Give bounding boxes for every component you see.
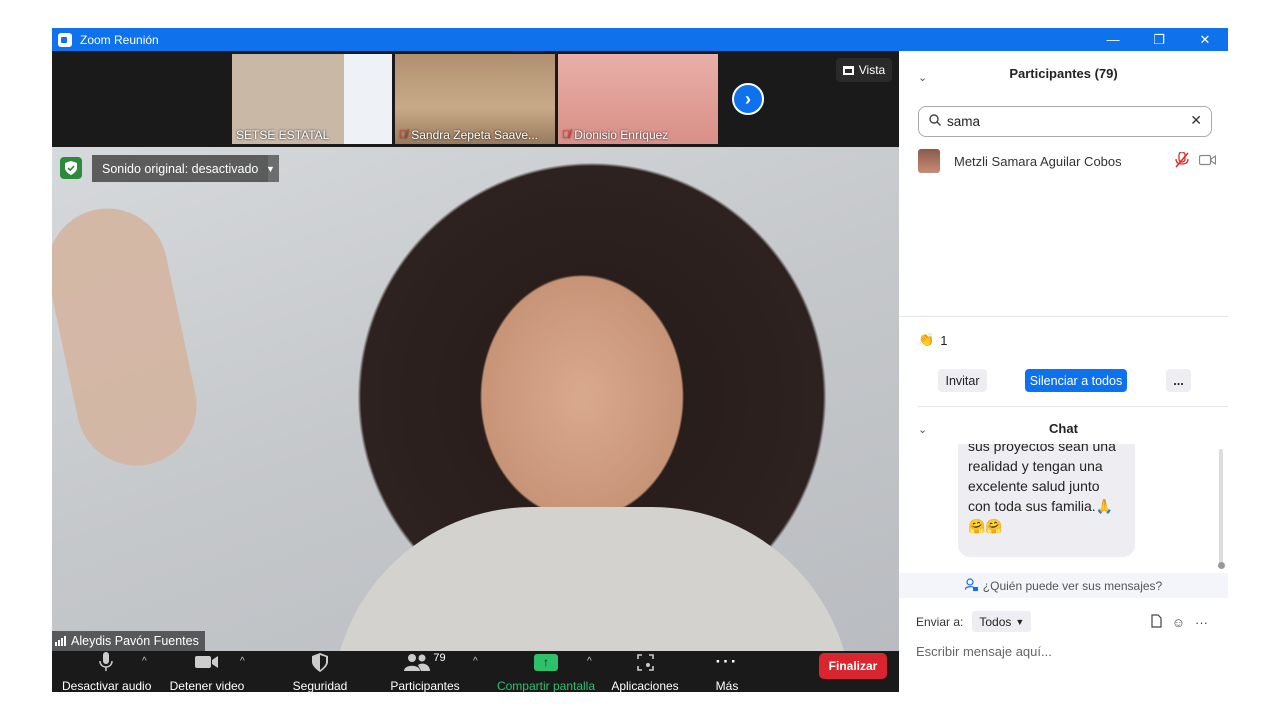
more-dots-icon[interactable]: ···	[1195, 615, 1208, 630]
stop-video-button[interactable]: Detener video	[169, 651, 245, 692]
muted-mic-icon: 🎙̸	[399, 129, 408, 141]
view-button[interactable]: Vista	[836, 58, 892, 82]
microphone-icon	[62, 651, 150, 673]
original-sound-dropdown[interactable]: ▼	[262, 155, 279, 182]
video-hand	[52, 197, 208, 477]
thumbnail-name: SETSE ESTATAL	[236, 128, 330, 142]
security-button[interactable]: Seguridad	[288, 651, 352, 692]
zoom-window: Zoom Reunión — ❐ ✕ SETSE ESTATAL 🎙̸ Sandr…	[52, 28, 1228, 692]
divider	[899, 316, 1228, 317]
send-to-label: Enviar a:	[916, 614, 964, 629]
restore-button[interactable]: ❐	[1136, 28, 1182, 51]
window-title: Zoom Reunión	[80, 32, 159, 47]
participant-row[interactable]: Metzli Samara Aguilar Cobos	[918, 147, 1218, 175]
search-icon	[929, 114, 941, 129]
search-value: sama	[947, 114, 981, 129]
original-sound-toggle[interactable]: Sonido original: desactivado	[92, 155, 269, 182]
participants-button[interactable]: 79 Participantes	[385, 651, 465, 692]
title-bar: Zoom Reunión — ❐ ✕	[52, 28, 1228, 51]
chat-message-line: 🤗🤗	[968, 518, 1003, 534]
reaction-count: 1	[940, 332, 948, 348]
participant-thumbnail[interactable]: SETSE ESTATAL	[232, 54, 392, 144]
mute-all-button[interactable]: Silenciar a todos	[1025, 369, 1127, 392]
chat-message-line: excelente salud junto	[968, 478, 1100, 494]
participants-icon: 79	[385, 651, 465, 673]
close-button[interactable]: ✕	[1182, 28, 1228, 51]
divider	[918, 406, 1228, 407]
chat-message-line: sus proyectos sean una	[968, 444, 1116, 454]
emoji-icon[interactable]: ☺	[1172, 615, 1185, 630]
more-dots-icon: ···	[715, 652, 739, 671]
person-lock-icon	[964, 577, 978, 594]
grid-view-icon	[842, 65, 854, 75]
more-button[interactable]: ··· Más	[706, 651, 748, 692]
active-speaker-video: Sonido original: desactivado ▼ Aleydis P…	[52, 147, 899, 651]
share-screen-icon: ↑	[534, 653, 558, 671]
signal-bars-icon	[55, 636, 66, 646]
chevron-down-icon: ▼	[266, 163, 275, 174]
who-can-see-link[interactable]: ¿Quién puede ver sus mensajes?	[899, 573, 1228, 598]
thumbnail-name: 🎙̸ Dionisio Enríquez	[562, 128, 669, 142]
chat-scroll-thumb[interactable]	[1218, 562, 1225, 569]
video-camera-icon	[169, 651, 245, 673]
speaker-name-label: Aleydis Pavón Fuentes	[52, 631, 205, 651]
muted-mic-icon[interactable]	[1175, 150, 1189, 171]
audio-options-caret[interactable]: ^	[142, 656, 147, 667]
participants-title: Participantes (79)	[1009, 66, 1118, 81]
chat-message-line: con toda sus familia.🙏	[968, 498, 1114, 514]
video-options-caret[interactable]: ^	[240, 656, 245, 667]
clapping-hands-icon: 👏	[918, 332, 935, 347]
chat-message-bubble: sus proyectos sean una realidad y tengan …	[958, 444, 1135, 557]
chat-scrollbar[interactable]	[1219, 449, 1223, 564]
chat-message-input[interactable]	[916, 640, 1206, 662]
apps-icon	[608, 651, 682, 673]
encryption-shield-icon[interactable]	[60, 157, 82, 179]
chevron-down-icon: ▼	[1015, 616, 1025, 627]
participant-thumbnail[interactable]: 🎙̸ Sandra Zepeta Saave...	[395, 54, 555, 144]
thumbnail-strip: SETSE ESTATAL 🎙̸ Sandra Zepeta Saave... 🎙…	[52, 51, 899, 147]
chevron-right-icon: ›	[745, 88, 751, 109]
side-panel: ⌄ Participantes (79) sama ✕ Metzli Samar…	[899, 51, 1228, 692]
next-page-button[interactable]: ›	[732, 83, 764, 115]
send-to-row: Enviar a: Todos ▼	[916, 611, 1032, 632]
meeting-toolbar: Desactivar audio ^ Detener video ^ Segur…	[52, 651, 899, 692]
clear-search-icon[interactable]: ✕	[1190, 112, 1202, 129]
chat-title: Chat	[1049, 421, 1078, 436]
share-options-caret[interactable]: ^	[587, 656, 592, 667]
recipient-select[interactable]: Todos ▼	[972, 611, 1032, 632]
participant-thumbnail[interactable]: 🎙̸ Dionisio Enríquez	[558, 54, 718, 144]
file-icon[interactable]	[1151, 614, 1162, 631]
share-screen-button[interactable]: ↑ Compartir pantalla	[494, 651, 598, 692]
participant-name: Metzli Samara Aguilar Cobos	[954, 153, 1122, 169]
mute-audio-button[interactable]: Desactivar audio	[62, 651, 151, 692]
chat-message-line: realidad y tengan una	[968, 458, 1103, 474]
participant-search-input[interactable]: sama ✕	[918, 106, 1212, 137]
participants-options-caret[interactable]: ^	[473, 656, 478, 667]
chat-actions: ☺ ···	[1151, 614, 1208, 631]
reaction-summary: 👏 1	[918, 332, 947, 348]
zoom-logo-icon	[58, 32, 72, 47]
meeting-area: SETSE ESTATAL 🎙̸ Sandra Zepeta Saave... 🎙…	[52, 51, 899, 692]
video-body	[332, 507, 852, 651]
video-camera-icon[interactable]	[1198, 154, 1217, 169]
apps-button[interactable]: Aplicaciones	[608, 651, 682, 692]
participants-count: 79	[433, 652, 446, 664]
shield-icon	[288, 651, 352, 673]
invite-button[interactable]: Invitar	[938, 369, 987, 392]
muted-mic-icon: 🎙̸	[562, 129, 571, 141]
minimize-button[interactable]: —	[1090, 28, 1136, 51]
chat-message-text: sus proyectos sean una realidad y tengan …	[968, 444, 1133, 536]
more-options-button[interactable]: ...	[1166, 369, 1191, 392]
avatar	[918, 149, 940, 173]
thumbnail-name: 🎙̸ Sandra Zepeta Saave...	[399, 128, 538, 142]
end-meeting-button[interactable]: Finalizar	[819, 653, 887, 679]
